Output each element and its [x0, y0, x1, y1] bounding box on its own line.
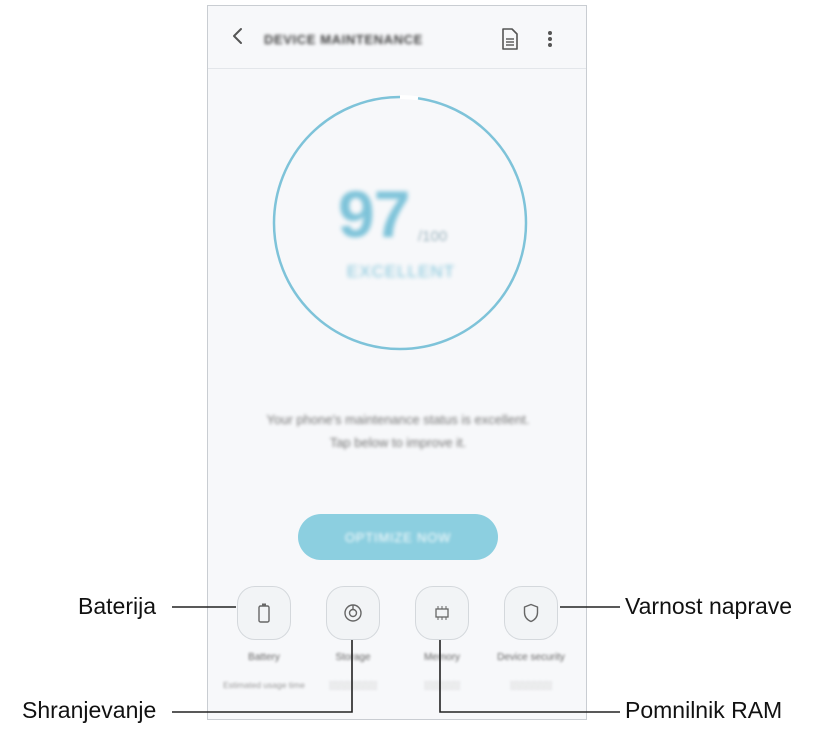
storage-callout-line	[172, 640, 353, 713]
callout-lines	[172, 606, 620, 713]
security-callout: Varnost naprave	[625, 593, 793, 619]
storage-callout: Shranjevanje	[22, 697, 157, 723]
memory-callout-line	[439, 640, 620, 713]
battery-callout: Baterija	[78, 593, 156, 619]
memory-callout: Pomnilnik RAM	[625, 697, 783, 723]
